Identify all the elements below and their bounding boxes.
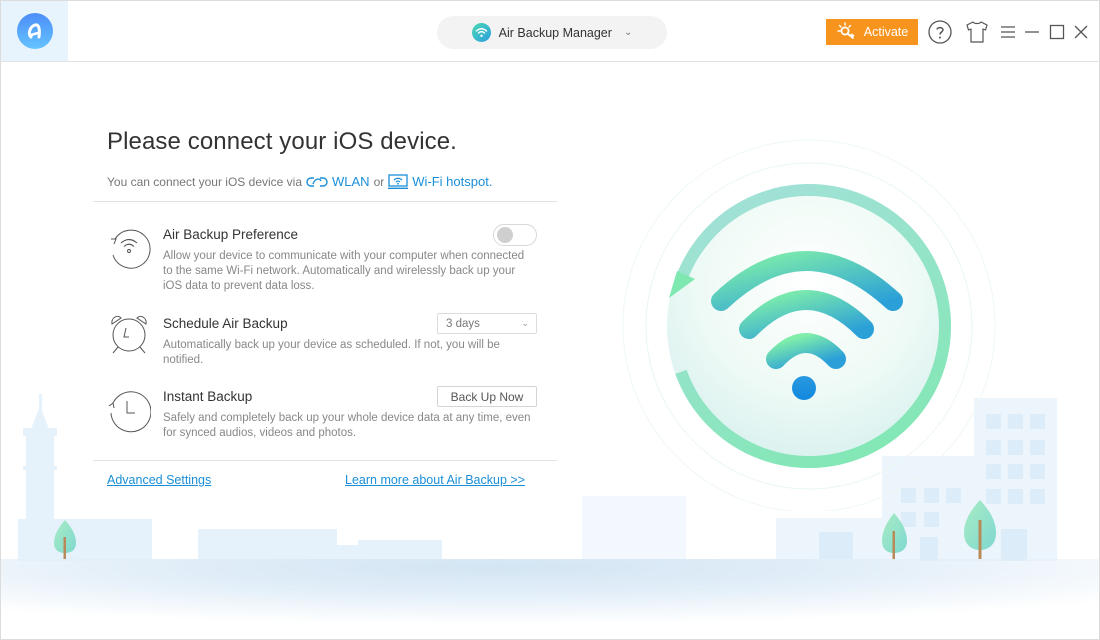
chevron-down-icon: ⌄	[521, 318, 529, 328]
title-bar: Air Backup Manager ⌄ Activate	[1, 1, 1099, 62]
wifi-sync-icon	[111, 229, 151, 269]
device-selector-label: Air Backup Manager	[498, 25, 612, 40]
option-title: Air Backup Preference	[163, 227, 299, 242]
wlan-link-label: WLAN	[332, 174, 370, 189]
close-icon[interactable]	[1072, 19, 1090, 45]
app-logo-area	[1, 1, 68, 61]
connection-hint-text: You can connect your iOS device via	[107, 174, 303, 189]
or-text: or	[373, 174, 385, 189]
app-window: Air Backup Manager ⌄ Activate Please con…	[0, 0, 1100, 640]
key-icon	[836, 21, 858, 43]
back-up-now-button[interactable]: Back Up Now	[437, 386, 537, 407]
tree-middle	[882, 513, 907, 559]
device-selector[interactable]: Air Backup Manager ⌄	[437, 16, 667, 49]
activate-button[interactable]: Activate	[826, 19, 918, 45]
wlan-link[interactable]: WLAN	[306, 174, 370, 189]
chevron-down-icon: ⌄	[623, 27, 633, 38]
air-backup-toggle[interactable]	[493, 224, 537, 246]
option-title: Schedule Air Backup	[163, 316, 288, 331]
wifi-illustration	[622, 139, 996, 511]
hotspot-icon	[388, 174, 409, 189]
skin-shirt-icon[interactable]	[964, 19, 990, 45]
alarm-clock-icon	[111, 315, 147, 354]
ground-mist	[1, 559, 1099, 639]
tree-left	[54, 520, 76, 559]
schedule-interval-select[interactable]: 3 days ⌄	[437, 313, 537, 334]
learn-more-link[interactable]: Learn more about Air Backup >>	[345, 473, 525, 487]
bottom-divider	[93, 460, 557, 461]
maximize-icon[interactable]	[1048, 19, 1066, 45]
option-description: Automatically back up your device as sch…	[163, 339, 500, 366]
link-chain-icon	[306, 176, 328, 187]
option-description: Safely and completely back up your whole…	[163, 412, 531, 439]
schedule-interval-value: 3 days	[446, 317, 480, 330]
activate-label: Activate	[863, 25, 909, 39]
connection-hint: You can connect your iOS device via WLAN…	[107, 174, 492, 189]
wifi-hotspot-link[interactable]: Wi-Fi hotspot.	[388, 174, 492, 189]
advanced-settings-link[interactable]: Advanced Settings	[107, 473, 211, 487]
minimize-icon[interactable]	[1023, 19, 1041, 45]
wifi-hotspot-label: Wi-Fi hotspot.	[412, 174, 493, 189]
top-divider	[93, 201, 557, 202]
page-title: Please connect your iOS device.	[107, 128, 457, 155]
menu-icon[interactable]	[999, 19, 1017, 45]
toggle-knob	[497, 227, 513, 243]
history-clock-icon	[108, 391, 151, 433]
wifi-icon	[471, 23, 491, 42]
option-title: Instant Backup	[163, 389, 253, 404]
app-logo-icon	[16, 13, 53, 49]
help-icon[interactable]	[927, 19, 953, 45]
option-description: Allow your device to communicate with yo…	[163, 250, 525, 292]
